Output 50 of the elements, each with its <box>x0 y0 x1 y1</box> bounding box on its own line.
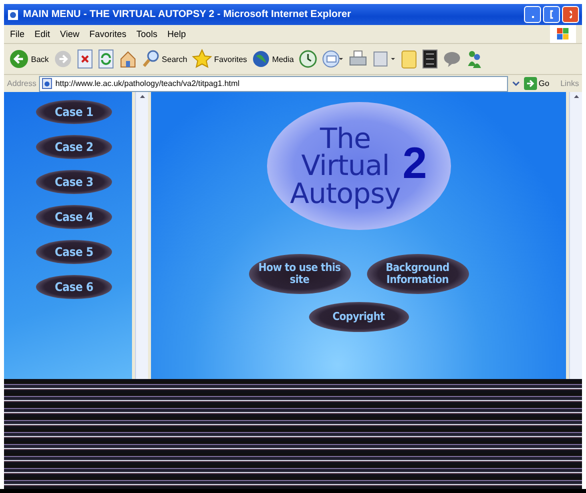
refresh-icon[interactable] <box>98 49 114 69</box>
search-button[interactable]: Search <box>142 49 188 69</box>
scrollbar[interactable] <box>135 92 148 379</box>
logo-number: 2 <box>402 139 427 189</box>
globe-icon <box>252 50 270 68</box>
menu-item[interactable]: Edit <box>34 29 50 39</box>
folder-icon[interactable] <box>400 49 417 69</box>
star-icon <box>192 49 212 69</box>
menu-item[interactable]: Favorites <box>89 29 126 39</box>
logo-text: The <box>320 124 371 152</box>
close-button[interactable] <box>562 6 579 23</box>
case-link[interactable]: Case 6 <box>36 275 112 299</box>
case-link[interactable]: Case 2 <box>36 135 112 159</box>
stop-icon[interactable] <box>76 49 93 69</box>
windows-logo-icon <box>550 25 576 43</box>
favorites-button[interactable]: Favorites <box>192 49 248 69</box>
clock-icon[interactable] <box>298 50 317 68</box>
case-link[interactable]: Case 5 <box>36 240 112 264</box>
speech-bubble-icon[interactable] <box>442 50 461 68</box>
case-link[interactable]: Case 1 <box>36 100 112 124</box>
logo-text: Autopsy <box>290 180 400 208</box>
address-field[interactable]: http://www.le.ac.uk/pathology/teach/va2/titpag1.html <box>39 76 508 92</box>
page-icon <box>42 78 52 89</box>
case-link[interactable]: Case 3 <box>36 170 112 194</box>
browser-page-icon <box>7 8 19 20</box>
window-title: MAIN MENU - THE VIRTUAL AUTOPSY 2 - Microsoft Internet Explorer <box>23 9 352 20</box>
minimize-button[interactable] <box>524 6 541 23</box>
search-icon <box>142 49 160 69</box>
menu-item[interactable]: View <box>60 29 80 39</box>
address-label: Address <box>7 79 36 88</box>
scrollbar[interactable] <box>569 92 582 379</box>
document-icon[interactable] <box>372 50 396 68</box>
menu-link[interactable]: Copyright <box>308 302 408 332</box>
menu-link[interactable]: Background Information <box>366 254 468 294</box>
menu-item[interactable]: Tools <box>136 29 158 39</box>
logo-text: Virtual <box>301 152 390 180</box>
back-button[interactable]: Back <box>9 49 49 69</box>
scroll-up-icon[interactable] <box>138 94 146 99</box>
printer-icon[interactable] <box>348 50 367 68</box>
maximize-icon <box>550 10 553 19</box>
menu-item[interactable]: Help <box>167 29 186 39</box>
menu-item[interactable]: File <box>10 29 25 39</box>
house-icon[interactable] <box>118 49 137 69</box>
maximize-button[interactable] <box>543 6 560 23</box>
menu-link[interactable]: How to use this site <box>248 254 350 294</box>
tile-icon[interactable] <box>422 49 438 69</box>
scroll-up-icon[interactable] <box>572 94 580 99</box>
people-icon[interactable] <box>466 49 482 69</box>
media-button[interactable]: Media <box>252 50 294 68</box>
case-link[interactable]: Case 4 <box>36 205 112 229</box>
